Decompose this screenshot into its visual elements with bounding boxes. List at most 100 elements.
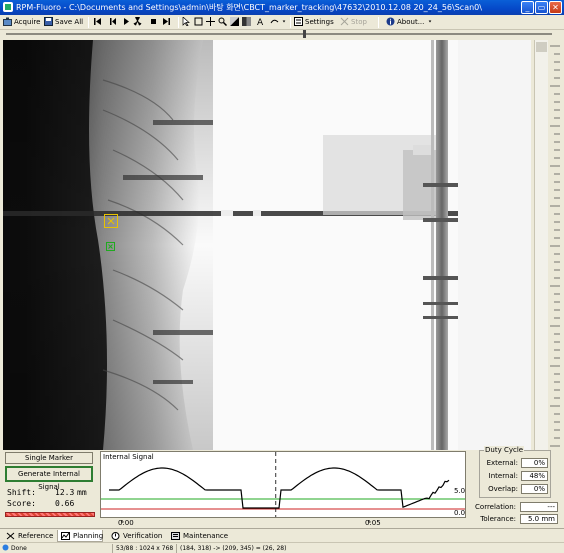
draw-icon [270,19,279,24]
crosshair-tool-button[interactable] [206,16,217,29]
tolerance-row: Tolerance: 5.0 mm [470,514,564,526]
pointer-tool-button[interactable] [182,16,193,29]
scrollbar-thumb[interactable] [536,42,547,52]
fluoro-image [3,40,531,450]
tolerance-value: 5.0 [527,515,540,523]
toolbar-separator [88,17,89,28]
save-all-label: Save All [55,18,84,26]
toolbar-separator [290,17,291,28]
shift-unit: mm [77,488,87,497]
prev-frame-button[interactable] [109,16,120,29]
contrast-tool-button[interactable] [230,16,241,29]
target-cross-icon[interactable] [106,242,115,251]
toolbar-separator [378,17,379,28]
radiation-icon [133,17,142,26]
slider-track [6,33,552,35]
toolbar-separator [178,17,179,28]
stop-button[interactable]: Stop [340,16,367,29]
overlap-label: Overlap: [488,485,518,493]
overlap-value: 0% [521,484,548,494]
vertical-scrollbar[interactable] [534,40,548,450]
tab-planning[interactable]: Planning [57,530,103,542]
duty-cycle-legend: Duty Cycle [484,446,525,454]
about-dropdown-button[interactable] [428,16,436,29]
app-icon [3,2,13,12]
ref-value2-label: 0.0 [454,509,466,517]
verification-icon [111,532,120,540]
play-icon [124,18,129,25]
time-axis [100,517,466,523]
status-bar: Done 53/88 : 1024 x 768 (184, 318) -> (2… [0,542,564,553]
status-state: Done [11,545,27,552]
tolerance-input[interactable]: 5.0 mm [520,514,558,524]
window-title: RPM-Fluoro - C:\Documents and Settings\a… [16,3,482,12]
crosshair-icon [206,17,215,26]
tolerance-label: Tolerance: [480,515,516,523]
level-tool-button[interactable] [242,16,253,29]
toolbar: Acquire Save All A Settings Stop About..… [0,15,564,30]
fluoro-image-viewer[interactable] [3,40,531,450]
last-frame-button[interactable] [162,16,173,29]
save-all-button[interactable]: Save All [44,16,83,29]
annotate-tool-button[interactable]: A [256,16,267,29]
status-coords: (184, 318) -> (209, 345) = (26, 28) [180,545,287,552]
level-icon [242,17,251,26]
correlation-label: Correlation: [475,503,516,511]
tool-dropdown-button[interactable] [282,16,290,29]
time-axis-ticks [121,520,370,523]
bottom-panel: Single Marker Generate Internal Signal S… [0,446,564,528]
duty-cycle-group: Duty Cycle External: 0% Internal: 48% Ov… [479,446,551,498]
acquire-button[interactable]: Acquire [3,16,40,29]
single-marker-button[interactable]: Single Marker [5,452,93,464]
minimize-button[interactable]: _ [521,1,534,14]
target-box-icon[interactable] [104,214,118,228]
roi-tool-button[interactable] [194,16,205,29]
settings-label: Settings [305,18,334,26]
close-x-icon [340,17,349,26]
about-label: About... [397,18,425,26]
mode-tabs: Reference Planning Verification Maintena… [0,528,564,542]
stop-label: Stop [351,18,367,26]
slider-thumb[interactable] [303,30,306,38]
play-button[interactable] [122,16,133,29]
maintenance-icon [171,532,180,540]
ref-value-label: 5.0 [454,487,466,495]
frame-slider[interactable] [0,30,564,39]
score-label: Score: [7,499,36,508]
acquire-label: Acquire [14,18,41,26]
internal-signal-plot[interactable]: Internal Signal [100,451,466,518]
about-button[interactable]: About... [386,16,424,29]
stop-playback-button[interactable] [149,16,160,29]
acquire-icon [3,17,12,26]
correlation-row: Correlation: --- [470,502,564,514]
roi-square-icon [194,17,203,26]
generate-internal-signal-button[interactable]: Generate Internal Signal [5,466,93,491]
shift-value: 12.3 [55,488,75,497]
settings-icon [294,17,303,26]
settings-button[interactable]: Settings [294,16,334,29]
correlation-value: --- [520,502,558,512]
internal-row: Internal: 48% [483,471,549,482]
tab-verification[interactable]: Verification [108,530,164,542]
prev-frame-icon [110,18,116,25]
last-frame-icon [163,18,170,25]
signal-trace [109,467,450,509]
shift-label: Shift: [7,488,36,497]
restore-button[interactable]: ▭ [535,1,548,14]
ruler-ticks [550,45,560,447]
overlap-row: Overlap: 0% [483,484,549,495]
zoom-tool-button[interactable] [218,16,229,29]
first-frame-button[interactable] [93,16,104,29]
tab-reference[interactable]: Reference [3,530,53,542]
draw-tool-button[interactable] [270,16,281,29]
svg-text:A: A [257,18,264,26]
radiation-button[interactable] [133,16,144,29]
external-label: External: [486,459,518,467]
internal-value: 48% [521,471,548,481]
tab-maintenance-label: Maintenance [183,532,229,540]
save-icon [44,17,53,26]
tolerance-unit: mm [541,515,555,523]
chevron-down-icon [282,20,286,23]
close-button[interactable]: ✕ [549,1,562,14]
tab-maintenance[interactable]: Maintenance [168,530,228,542]
